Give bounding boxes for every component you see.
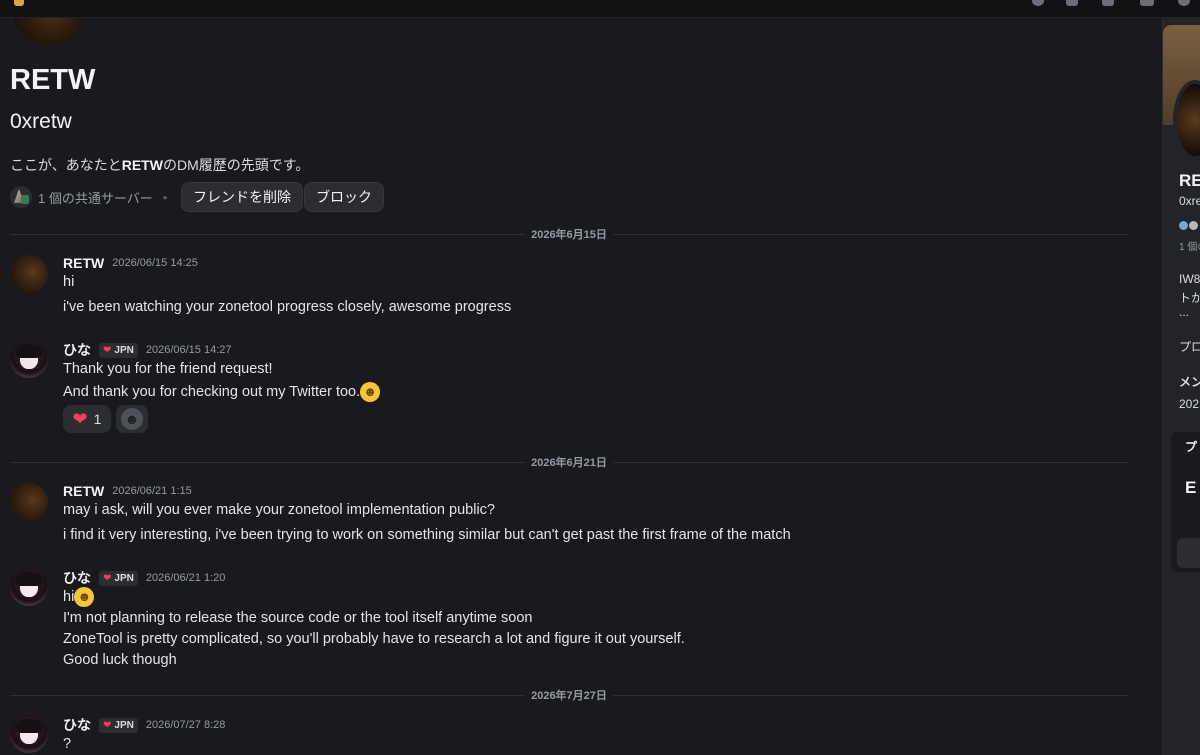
message-author[interactable]: ひな: [63, 715, 91, 735]
member-since-label: メン: [1179, 375, 1200, 389]
heart-icon: ❤: [72, 409, 88, 429]
user-profile-panel: RE 0xre 1 個の IW8 トか ... プロ メン 202 プ E: [1162, 18, 1200, 755]
title-bar: [0, 0, 1200, 18]
add-reaction-icon: ☻: [121, 408, 143, 430]
message-author[interactable]: ひな: [63, 568, 91, 588]
app-icon: [14, 0, 24, 6]
profile-badges[interactable]: [1179, 221, 1198, 230]
message-timestamp: 2026/06/21 1:15: [112, 485, 192, 497]
avatar[interactable]: [10, 255, 48, 293]
smiley-emoji-icon: ☻: [74, 587, 95, 607]
message: ひな ❤ JPN 2026/06/15 14:27 Thank you for t…: [10, 340, 1110, 440]
pin-icon[interactable]: [1102, 0, 1114, 6]
scrollbar-track[interactable]: [1148, 18, 1162, 755]
badge-icon[interactable]: [1179, 221, 1188, 230]
message-text: hi: [63, 274, 75, 290]
server-tag[interactable]: ❤ JPN: [99, 570, 138, 586]
message-text: i find it very interesting, i've been tr…: [63, 527, 791, 543]
message-text: And thank you for checking out my Twitte…: [63, 382, 381, 402]
heart-icon: ❤: [103, 344, 112, 356]
header-display-name: RETW: [10, 64, 96, 96]
server-tag[interactable]: ❤ JPN: [99, 342, 138, 358]
member-since-date: 202: [1179, 397, 1200, 411]
avatar[interactable]: [10, 715, 48, 753]
message: RETW 2026/06/21 1:15 may i ask, will you…: [10, 483, 1110, 553]
profile-bio-more[interactable]: ...: [1179, 305, 1189, 319]
inbox-icon[interactable]: [1066, 0, 1078, 6]
server-tag[interactable]: ❤ JPN: [99, 717, 138, 733]
profile-bio-line: トか: [1179, 291, 1200, 305]
help-icon[interactable]: [1032, 0, 1044, 6]
message-author[interactable]: RETW: [63, 483, 104, 499]
profile-bio-line: IW8: [1179, 272, 1200, 286]
message-text: ?: [63, 736, 72, 752]
header-username: 0xretw: [10, 110, 72, 133]
mutual-servers[interactable]: 1 個の共通サーバー •: [10, 183, 171, 211]
message-area: RETW 0xretw ここが、あなたとRETWのDM履歴の先頭です。 1 個の…: [0, 18, 1148, 755]
reaction-count: 1: [93, 411, 102, 427]
user-profile-icon[interactable]: [1178, 0, 1190, 6]
message-text: ZoneTool is pretty complicated, so you'l…: [63, 631, 685, 647]
date-divider: 2026年6月15日: [10, 226, 1128, 242]
date-divider: 2026年6月21日: [10, 454, 1128, 470]
message-timestamp: 2026/06/21 1:20: [145, 572, 226, 584]
profile-section-label: プロ: [1179, 340, 1200, 354]
avatar[interactable]: [10, 483, 48, 521]
remove-friend-button[interactable]: フレンドを削除: [181, 182, 303, 212]
message-text: Thank you for the friend request!: [63, 361, 273, 377]
reaction-heart-button[interactable]: ❤ 1: [63, 405, 111, 433]
message-timestamp: 2026/07/27 8:28: [145, 719, 226, 731]
message-timestamp: 2026/06/15 14:25: [112, 257, 198, 269]
block-button[interactable]: ブロック: [304, 182, 384, 212]
message: ひな ❤ JPN 2026/07/27 8:28 ?: [10, 715, 1110, 755]
smiley-emoji-icon: ☻: [360, 382, 381, 402]
profile-display-name: RE: [1179, 171, 1200, 190]
badge-icon[interactable]: [1189, 221, 1198, 230]
heart-icon: ❤: [103, 719, 112, 731]
message-text: I'm not planning to release the source c…: [63, 610, 533, 626]
avatar[interactable]: [10, 568, 48, 606]
message-text: may i ask, will you ever make your zonet…: [63, 502, 495, 518]
add-reaction-button[interactable]: ☻: [116, 405, 148, 433]
avatar[interactable]: [10, 340, 48, 378]
profile-mutual[interactable]: 1 個の: [1179, 238, 1200, 253]
separator-dot: •: [162, 189, 168, 205]
message: RETW 2026/06/15 14:25 hi i've been watch…: [10, 255, 1110, 325]
mutual-servers-label[interactable]: 1 個の共通サーバー: [38, 188, 153, 207]
profile-card-button[interactable]: [1177, 538, 1200, 568]
add-friend-icon[interactable]: [1140, 0, 1154, 6]
server-icon[interactable]: [10, 186, 32, 208]
profile-card-logo: E: [1185, 478, 1197, 497]
header-description: ここが、あなたとRETWのDM履歴の先頭です。: [10, 157, 310, 173]
heart-icon: ❤: [103, 572, 112, 584]
date-divider: 2026年7月27日: [10, 687, 1128, 703]
message-timestamp: 2026/06/15 14:27: [145, 344, 232, 356]
profile-card-title: プ: [1185, 440, 1198, 454]
profile-username: 0xre: [1179, 194, 1200, 208]
header-avatar: [10, 18, 86, 48]
message-text: hi ☻: [63, 587, 95, 607]
message-author[interactable]: RETW: [63, 255, 104, 271]
message-author[interactable]: ひな: [63, 340, 91, 360]
message-text: i've been watching your zonetool progres…: [63, 299, 512, 315]
message: ひな ❤ JPN 2026/06/21 1:20 hi ☻ I'm not plan…: [10, 568, 1110, 678]
message-text: Good luck though: [63, 652, 177, 668]
